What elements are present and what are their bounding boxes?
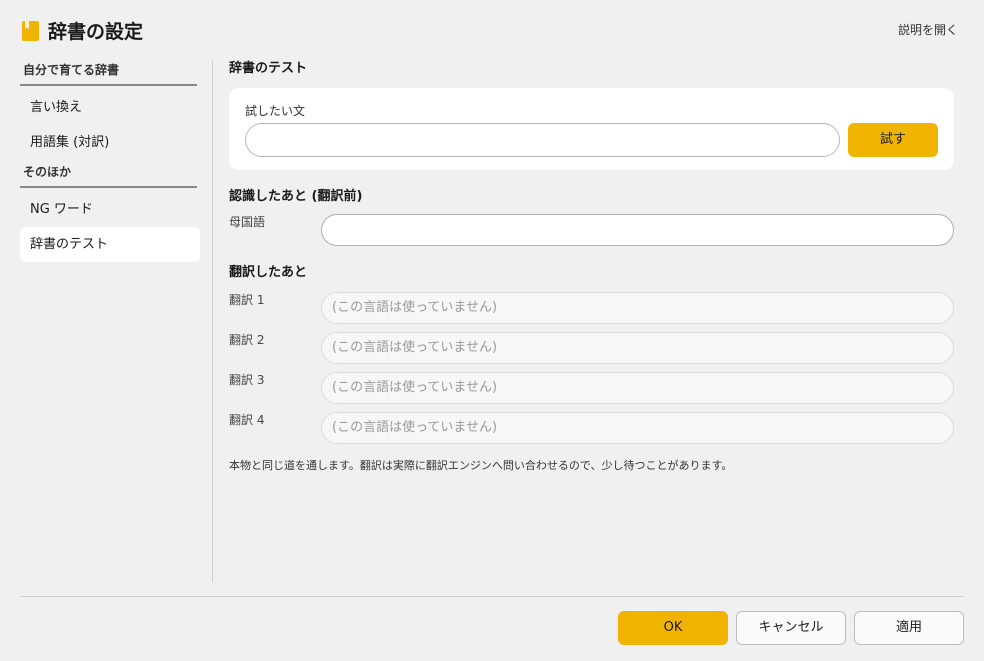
cancel-button[interactable]: キャンセル	[736, 611, 846, 645]
sidebar-item-dictionary-test[interactable]: 辞書のテスト	[20, 227, 200, 262]
test-section-title: 辞書のテスト	[229, 61, 308, 76]
native-language-field[interactable]	[321, 214, 954, 246]
footer-divider	[20, 596, 964, 597]
translation-1-label: 翻訳 1	[229, 293, 265, 307]
apply-button[interactable]: 適用	[854, 611, 964, 645]
translation-row: 翻訳 4 (この言語は使っていません)	[229, 412, 954, 444]
sidebar-item-glossary[interactable]: 用語集 (対訳)	[20, 125, 200, 160]
sidebar-item-paraphrase[interactable]: 言い換え	[20, 90, 200, 125]
native-language-label: 母国語	[229, 215, 266, 229]
header: 辞書の設定 説明を開く	[22, 18, 958, 48]
translation-row: 翻訳 1 (この言語は使っていません)	[229, 292, 954, 324]
translation-row: 翻訳 2 (この言語は使っていません)	[229, 332, 954, 364]
ok-button[interactable]: OK	[618, 611, 728, 645]
recognized-section-title: 認識したあと (翻訳前)	[229, 189, 363, 204]
translation-row: 翻訳 3 (この言語は使っていません)	[229, 372, 954, 404]
translation-4-field: (この言語は使っていません)	[321, 412, 954, 444]
translation-4-label: 翻訳 4	[229, 413, 265, 427]
sidebar: 自分で育てる辞書 言い換え 用語集 (対訳) そのほか NG ワード 辞書のテス…	[20, 62, 200, 262]
translated-section-title: 翻訳したあと	[229, 265, 308, 280]
main-panel: 辞書のテスト 試したい文 試す 認識したあと (翻訳前) 母国語 翻訳したあと …	[229, 60, 954, 474]
book-icon	[22, 21, 39, 41]
translation-3-label: 翻訳 3	[229, 373, 265, 387]
sidebar-item-ng-words[interactable]: NG ワード	[20, 192, 200, 227]
sidebar-section-own-dictionaries: 自分で育てる辞書	[20, 62, 197, 86]
native-language-row: 母国語	[229, 214, 954, 246]
translation-2-field: (この言語は使っていません)	[321, 332, 954, 364]
translation-1-field: (この言語は使っていません)	[321, 292, 954, 324]
test-card: 試したい文 試す	[229, 88, 954, 170]
translation-2-label: 翻訳 2	[229, 333, 265, 347]
open-help-link[interactable]: 説明を開く	[898, 22, 958, 38]
vertical-divider	[212, 60, 213, 582]
page-title: 辞書の設定	[48, 21, 144, 43]
sidebar-section-others: そのほか	[20, 164, 197, 188]
try-button[interactable]: 試す	[848, 123, 938, 157]
translation-3-field: (この言語は使っていません)	[321, 372, 954, 404]
test-note: 本物と同じ道を通します。翻訳は実際に翻訳エンジンへ問い合わせるので、少し待つこと…	[229, 459, 733, 472]
test-input-label: 試したい文	[245, 104, 306, 118]
test-sentence-input[interactable]	[245, 123, 840, 157]
